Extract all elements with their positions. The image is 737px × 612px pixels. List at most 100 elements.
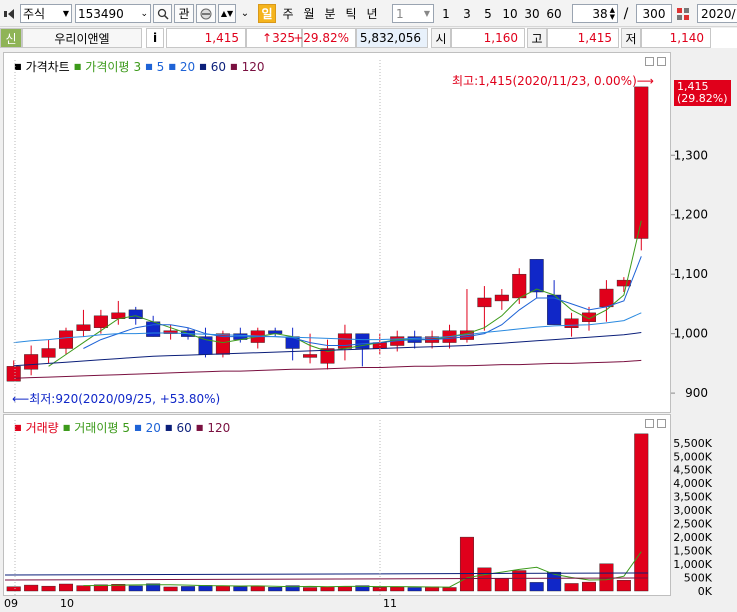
volume-legend-title: 거래량: [25, 421, 59, 435]
quick-interval-3[interactable]: 3: [458, 4, 476, 23]
period-label: 주: [282, 7, 294, 21]
high-label: 고: [527, 28, 547, 48]
quick-interval-30[interactable]: 30: [522, 4, 542, 23]
price-tick-label: 1,100: [674, 267, 708, 281]
period-button-year[interactable]: 년: [363, 4, 381, 23]
date-input[interactable]: 2020/1: [697, 4, 737, 23]
menu-arrow-icon[interactable]: [3, 4, 19, 23]
pane-maximize-icon[interactable]: [657, 419, 666, 428]
quick-interval-10[interactable]: 10: [500, 4, 520, 23]
price-tick-label: 900: [685, 386, 708, 400]
period-label: 분: [324, 7, 336, 21]
link-button[interactable]: [196, 4, 216, 23]
watchlist-button[interactable]: 관: [174, 4, 194, 23]
market-select-value: 주식: [23, 7, 46, 21]
legend-bullet-icon: ■: [168, 62, 176, 71]
dropdown-arrow-icon[interactable]: ⌄: [238, 4, 252, 23]
grid-settings-button[interactable]: [674, 4, 692, 23]
pane-maximize-icon[interactable]: [657, 57, 666, 66]
total-count-value: 300: [642, 6, 666, 21]
market-select[interactable]: 주식 ▼: [20, 4, 72, 23]
stock-code-input[interactable]: 153490 ⌄: [75, 4, 151, 23]
quick-label: 60: [546, 6, 562, 21]
change-percent-value: +29.82%: [293, 31, 349, 45]
interval-value: 1: [396, 6, 404, 21]
period-button-minute[interactable]: 분: [321, 4, 339, 23]
volume-tick-label: 4,500K: [673, 464, 712, 477]
search-button[interactable]: [153, 4, 172, 23]
updown-icon: ▲▼: [220, 9, 234, 18]
ma-period-5: 5: [156, 59, 165, 74]
toolbar: 주식 ▼ 153490 ⌄ 관 ▲▼ ⌄ 일 주 월 분 틱 년 1 ▼ 1 3…: [0, 0, 737, 27]
stock-name: 우리이앤엘: [22, 28, 142, 48]
volume-tick-label: 4,000K: [673, 477, 712, 490]
watchlist-label: 관: [178, 7, 190, 21]
vma-period-60: 60: [176, 420, 192, 435]
volume-tick-label: 1,500K: [673, 545, 712, 558]
legend-bullet-icon: ■: [14, 423, 22, 432]
quick-interval-5[interactable]: 5: [479, 4, 497, 23]
change-percent: +29.82%: [293, 28, 356, 48]
volume-tick-label: 3,500K: [673, 491, 712, 504]
quote-bar: 신 우리이앤엘 i 1,415 ↑325 +29.82% 5,832,056 시…: [0, 28, 737, 48]
price-tick-label: 1,200: [674, 208, 708, 222]
info-button[interactable]: i: [146, 28, 164, 48]
period-label: 월: [303, 7, 315, 21]
period-button-month[interactable]: 월: [300, 4, 318, 23]
grid-icon: [677, 7, 689, 20]
count-stepper[interactable]: 38 ▲ ▼: [572, 4, 618, 23]
pane-minimize-icon[interactable]: [645, 419, 654, 428]
x-axis-label: 09: [4, 597, 18, 610]
open-price-value: 1,160: [483, 31, 518, 45]
period-button-day[interactable]: 일: [258, 4, 276, 23]
total-count-field[interactable]: 300: [636, 4, 672, 23]
volume-legend: ■ 거래량 ■ 거래이평 5 ■ 20 ■ 60 ■ 120: [14, 419, 230, 436]
price-chart-pane[interactable]: ■ 가격차트 ■ 가격이평 3 ■ 5 ■ 20 ■ 60 ■ 120: [3, 52, 671, 413]
volume-tick-label: 5,000K: [673, 450, 712, 463]
min-price-annotation: ⟵최저:920(2020/09/25, +53.80%): [12, 392, 221, 406]
count-value: 38: [592, 6, 608, 21]
quick-interval-60[interactable]: 60: [544, 4, 564, 23]
link-icon: [200, 8, 212, 19]
open-label-text: 시: [435, 31, 447, 46]
vma-period-5: 5: [122, 420, 131, 435]
period-label: 틱: [345, 7, 357, 21]
low-price-value: 1,140: [669, 31, 704, 45]
vma-period-120: 120: [207, 420, 231, 435]
stock-code-value: 153490: [78, 6, 124, 21]
ma-period-3: 3: [133, 59, 142, 74]
volume-chart-pane[interactable]: ■ 거래량 ■ 거래이평 5 ■ 20 ■ 60 ■ 120: [3, 414, 671, 596]
date-value: 2020/1: [701, 6, 737, 21]
legend-bullet-icon: ■: [14, 62, 22, 71]
low-label: 저: [621, 28, 641, 48]
trade-volume-value: 5,832,056: [359, 31, 421, 45]
vma-period-20: 20: [145, 420, 161, 435]
volume-tick-label: 3,000K: [673, 504, 712, 517]
quick-interval-1[interactable]: 1: [437, 4, 455, 23]
period-button-week[interactable]: 주: [279, 4, 297, 23]
price-tick-label: 1,000: [674, 327, 708, 341]
volume-tick-label: 1,000K: [673, 558, 712, 571]
pane-minimize-icon[interactable]: [645, 57, 654, 66]
interval-select[interactable]: 1 ▼: [392, 4, 434, 23]
chevron-down-icon: ⌄: [140, 8, 148, 19]
ma-period-20: 20: [179, 59, 196, 74]
volume-tick-label: 5,500K: [673, 437, 712, 450]
ma-period-60: 60: [210, 59, 226, 74]
search-icon: [157, 8, 169, 20]
x-axis-label: 10: [60, 597, 74, 610]
volume-tick-label: 0K: [698, 585, 713, 598]
current-price-tag: 1,415 (29.82%): [674, 80, 731, 106]
high-price: 1,415: [547, 28, 619, 48]
quick-label: 1: [442, 6, 450, 21]
legend-bullet-icon: ■: [195, 423, 204, 432]
stock-name-label: 우리이앤엘: [54, 31, 110, 46]
stepper-updown[interactable]: ▲▼: [218, 4, 236, 23]
legend-bullet-icon: ■: [134, 423, 142, 432]
current-price-value: 1,415: [204, 31, 239, 45]
period-button-tick[interactable]: 틱: [342, 4, 360, 23]
current-price: 1,415: [166, 28, 246, 48]
new-listing-badge: 신: [0, 28, 22, 48]
price-legend: ■ 가격차트 ■ 가격이평 3 ■ 5 ■ 20 ■ 60 ■ 120: [14, 58, 264, 75]
legend-bullet-icon: ■: [199, 62, 207, 71]
